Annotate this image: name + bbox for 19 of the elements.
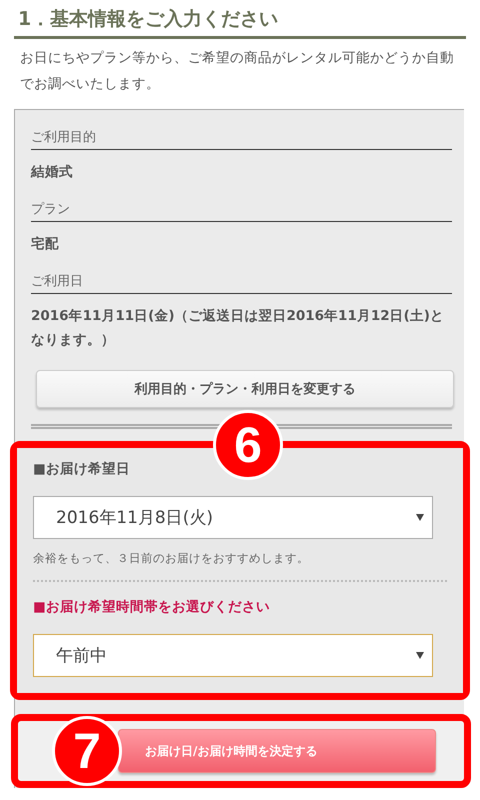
time-label: ■お届け希望時間帯をお選びください [33,598,271,616]
field-label: ご利用目的 [31,124,452,150]
section-heading: 1．基本情報をご入力ください [14,6,466,39]
date-label: ■お届け希望日 [33,460,131,478]
field-label: ご利用日 [31,268,452,294]
caret-icon [416,652,424,659]
change-button[interactable]: 利用目的・プラン・利用日を変更する [36,370,454,408]
field-value: 結婚式 [31,163,74,182]
field-label: プラン [31,196,452,222]
field-value: 2016年11月11日(金)（ご返送日は翌日2016年11月12日(土)となります。） [31,307,445,350]
hint-text: 余裕をもって、３日前のお届けをおすすめします。 [33,551,310,566]
time-select[interactable]: 午前中 [33,634,433,677]
select-value: 2016年11月8日(火) [56,507,213,529]
caret-icon [416,514,424,521]
select-value: 午前中 [56,645,107,667]
intro-text: お日にちやプラン等から、ご希望の商品がレンタル可能かどうか自動でお調べいたします。 [20,49,455,94]
field-value: 宅配 [31,235,60,254]
step-marker: 7 [52,716,122,786]
date-select[interactable]: 2016年11月8日(火) [33,496,433,539]
